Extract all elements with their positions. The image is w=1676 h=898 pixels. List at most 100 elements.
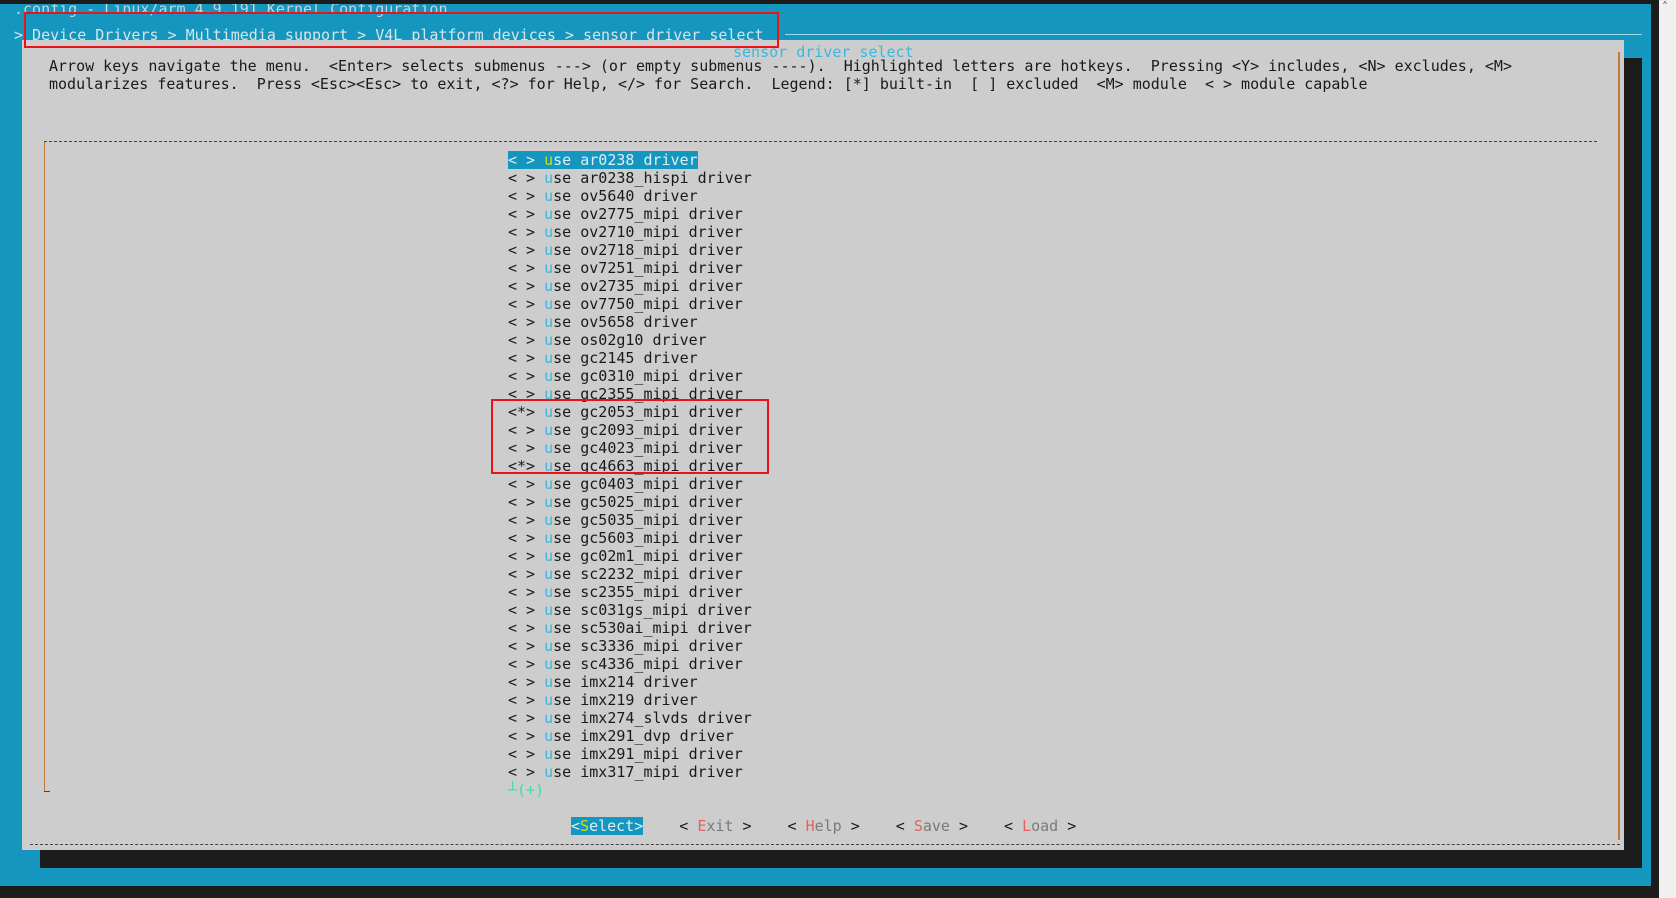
menu-item[interactable]: < > use ov5658 driver — [508, 313, 752, 331]
hotkey-letter: u — [544, 565, 554, 583]
button-select[interactable]: <Select> — [571, 817, 644, 835]
menu-item[interactable]: < > use sc4336_mipi driver — [508, 655, 752, 673]
item-marker: < > — [508, 169, 536, 187]
menu-item[interactable]: < > use gc02m1_mipi driver — [508, 547, 752, 565]
item-marker: < > — [508, 331, 536, 349]
menu-item[interactable]: < > use ar0238_hispi driver — [508, 169, 752, 187]
hotkey-letter: u — [544, 709, 554, 727]
menu-item[interactable]: < > use imx274_slvds driver — [508, 709, 752, 727]
menu-item[interactable]: < > use gc5035_mipi driver — [508, 511, 752, 529]
dialog-shadow — [1624, 58, 1642, 868]
hotkey-letter: u — [544, 763, 554, 781]
item-marker: < > — [508, 763, 536, 781]
hotkey-letter: u — [544, 745, 554, 763]
item-label: se sc4336_mipi driver — [553, 655, 743, 673]
hotkey-letter: u — [544, 619, 554, 637]
annotation-box — [24, 12, 779, 48]
hotkey-letter: u — [544, 601, 554, 619]
menu-item[interactable]: < > use gc0403_mipi driver — [508, 475, 752, 493]
listbox-border — [44, 142, 45, 792]
menu-item[interactable]: < > use ov2710_mipi driver — [508, 223, 752, 241]
hotkey-letter: u — [544, 547, 554, 565]
item-label: se gc0403_mipi driver — [553, 475, 743, 493]
item-label: se gc02m1_mipi driver — [553, 547, 743, 565]
hotkey-letter: u — [544, 529, 554, 547]
hotkey-letter: H — [805, 817, 815, 835]
item-marker: < > — [508, 187, 536, 205]
item-label: se sc3336_mipi driver — [553, 637, 743, 655]
hotkey-letter: u — [544, 493, 554, 511]
button-bracket: > — [634, 817, 644, 835]
menu-item[interactable]: < > use ov2735_mipi driver — [508, 277, 752, 295]
menu-item[interactable]: < > use ov7750_mipi driver — [508, 295, 752, 313]
menu-item[interactable]: < > use gc5603_mipi driver — [508, 529, 752, 547]
menu-item[interactable]: < > use gc0310_mipi driver — [508, 367, 752, 385]
menu-item[interactable]: < > use ov7251_mipi driver — [508, 259, 752, 277]
menu-item[interactable]: < > use imx317_mipi driver — [508, 763, 752, 781]
menu-item[interactable]: < > use gc2145 driver — [508, 349, 752, 367]
menu-item[interactable]: < > use imx214 driver — [508, 673, 752, 691]
item-label: se ar0238_hispi driver — [553, 169, 752, 187]
hotkey-letter: u — [544, 691, 554, 709]
item-marker: < > — [508, 475, 536, 493]
hotkey-letter: u — [544, 475, 554, 493]
menu-item[interactable]: < > use sc530ai_mipi driver — [508, 619, 752, 637]
item-label: se ov7750_mipi driver — [553, 295, 743, 313]
item-marker: < > — [508, 745, 536, 763]
menu-item[interactable]: < > use ov5640 driver — [508, 187, 752, 205]
item-label: se ov5658 driver — [553, 313, 698, 331]
hotkey-letter: u — [544, 151, 554, 169]
item-label: se os02g10 driver — [553, 331, 707, 349]
menu-item[interactable]: < > use ar0238 driver — [508, 151, 698, 169]
hotkey-letter: u — [544, 331, 554, 349]
hotkey-letter: u — [544, 637, 554, 655]
hotkey-letter: L — [1022, 817, 1032, 835]
item-marker: < > — [508, 673, 536, 691]
button-help[interactable]: < Help > — [788, 817, 860, 835]
menu-item[interactable]: < > use os02g10 driver — [508, 331, 752, 349]
item-label: se gc5035_mipi driver — [553, 511, 743, 529]
scrollbar[interactable] — [1659, 0, 1676, 898]
divider — [785, 34, 1642, 35]
hotkey-letter: u — [544, 259, 554, 277]
item-marker: < > — [508, 241, 536, 259]
hotkey-letter: S — [913, 817, 923, 835]
item-label: se ov2775_mipi driver — [553, 205, 743, 223]
menu-item[interactable]: < > use sc2355_mipi driver — [508, 583, 752, 601]
hotkey-letter: E — [697, 817, 707, 835]
help-text: modularizes features. Press <Esc><Esc> t… — [49, 75, 1368, 93]
button-load[interactable]: < Load > — [1004, 817, 1076, 835]
chevron-up-icon[interactable]: ˄ — [1662, 0, 1668, 14]
button-bracket: < — [571, 817, 581, 835]
button-bracket: > — [733, 817, 752, 835]
hotkey-letter: u — [544, 511, 554, 529]
listbox-border — [44, 791, 50, 792]
button-label: xit — [706, 817, 734, 835]
button-bar: <Select> < Exit > < Help > < Save > < Load > — [571, 817, 1112, 835]
item-label: se imx317_mipi driver — [553, 763, 743, 781]
menu-item[interactable]: < > use gc5025_mipi driver — [508, 493, 752, 511]
divider — [30, 844, 1620, 846]
hotkey-letter: u — [544, 727, 554, 745]
item-marker: < > — [508, 295, 536, 313]
hotkey-letter: u — [544, 349, 554, 367]
button-save[interactable]: < Save > — [896, 817, 968, 835]
item-marker: < > — [508, 151, 536, 169]
menu-item[interactable]: < > use imx291_mipi driver — [508, 745, 752, 763]
menu-item[interactable]: < > use sc031gs_mipi driver — [508, 601, 752, 619]
terminal-window: .config - Linux/arm 4.9.191 Kernel Confi… — [0, 4, 1651, 886]
button-label: oad — [1031, 817, 1059, 835]
button-bracket: < — [787, 817, 806, 835]
item-label: se ov2735_mipi driver — [553, 277, 743, 295]
menu-item[interactable]: < > use ov2718_mipi driver — [508, 241, 752, 259]
annotation-box — [491, 399, 769, 474]
button-exit[interactable]: < Exit > — [679, 817, 751, 835]
item-label: se imx274_slvds driver — [553, 709, 752, 727]
item-marker: < > — [508, 565, 536, 583]
menu-item[interactable]: < > use sc2232_mipi driver — [508, 565, 752, 583]
item-label: se imx214 driver — [553, 673, 698, 691]
menu-item[interactable]: < > use ov2775_mipi driver — [508, 205, 752, 223]
menu-item[interactable]: < > use imx219 driver — [508, 691, 752, 709]
menu-item[interactable]: < > use sc3336_mipi driver — [508, 637, 752, 655]
menu-item[interactable]: < > use imx291_dvp driver — [508, 727, 752, 745]
